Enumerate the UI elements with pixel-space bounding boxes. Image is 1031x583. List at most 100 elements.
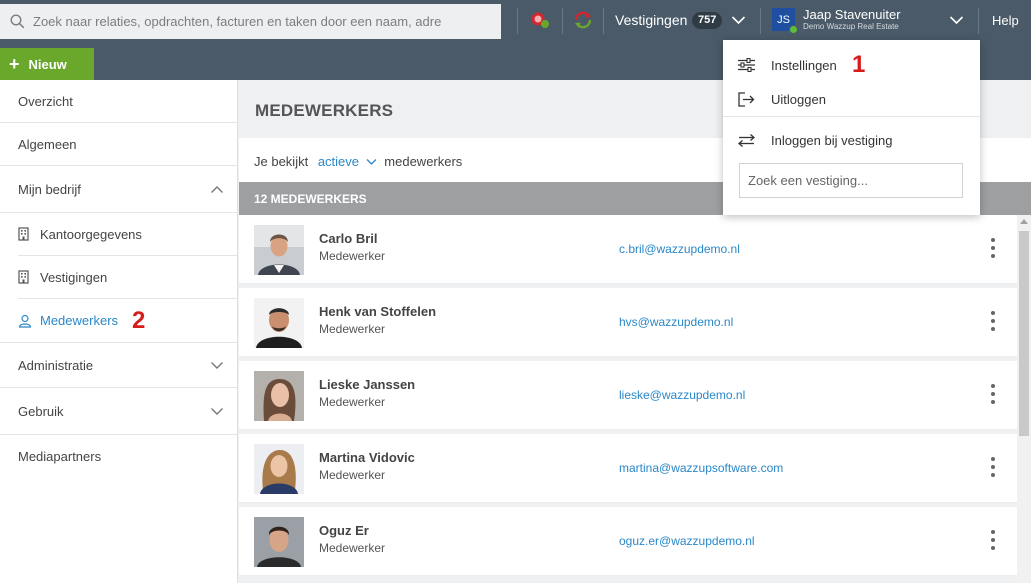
employee-name[interactable]: Carlo Bril xyxy=(319,231,378,246)
employee-email-link[interactable]: lieske@wazzupdemo.nl xyxy=(619,388,745,402)
employee-name[interactable]: Lieske Janssen xyxy=(319,377,415,392)
status-filter: Je bekijkt actieve medewerkers xyxy=(254,154,462,169)
sidebar-item-label: Algemeen xyxy=(18,136,77,152)
swap-icon xyxy=(738,133,756,147)
employee-role: Medewerker xyxy=(319,468,386,482)
menu-item-uitloggen[interactable]: Uitloggen xyxy=(723,82,980,116)
divider xyxy=(517,8,518,34)
menu-item-inloggen-bij-vestiging[interactable]: Inloggen bij vestiging xyxy=(723,123,980,157)
page-title: MEDEWERKERS xyxy=(255,101,394,120)
sync-icon[interactable] xyxy=(572,9,594,31)
employee-photo xyxy=(254,517,304,567)
sidebar-subitem-label: Kantoorgegevens xyxy=(40,226,142,242)
employee-photo xyxy=(254,444,304,494)
scrollbar[interactable] xyxy=(1017,215,1031,583)
menu-item-label: Inloggen bij vestiging xyxy=(771,132,893,148)
annotation-marker-1: 1 xyxy=(852,51,866,78)
sidebar-subitem-label: Vestigingen xyxy=(40,269,108,285)
online-status-dot xyxy=(789,25,798,34)
more-options-icon[interactable] xyxy=(989,384,997,404)
divider xyxy=(978,8,979,34)
menu-divider xyxy=(723,116,980,117)
employee-email-link[interactable]: hvs@wazzupdemo.nl xyxy=(619,315,733,329)
user-company: Demo Wazzup Real Estate xyxy=(803,22,899,31)
sidebar-item-label: Gebruik xyxy=(18,403,64,419)
chevron-down-icon xyxy=(211,361,223,369)
building-icon xyxy=(18,227,32,241)
table-row[interactable]: Oguz Er Medewerker oguz.er@wazzupdemo.nl xyxy=(239,507,1017,576)
chevron-down-icon[interactable] xyxy=(949,15,964,25)
filter-value: actieve xyxy=(317,154,360,169)
employee-photo xyxy=(254,225,304,275)
vestiging-search-input[interactable] xyxy=(739,163,963,198)
chevron-down-icon[interactable] xyxy=(731,15,746,25)
table-row[interactable]: Lieske Janssen Medewerker lieske@wazzupd… xyxy=(239,361,1017,430)
plus-icon: + xyxy=(9,54,20,74)
table-row[interactable]: Carlo Bril Medewerker c.bril@wazzupdemo.… xyxy=(239,215,1017,284)
employee-name[interactable]: Oguz Er xyxy=(319,523,369,538)
new-button-label: Nieuw xyxy=(28,56,67,72)
filter-suffix: medewerkers xyxy=(384,154,463,169)
user-icon xyxy=(18,314,32,328)
more-options-icon[interactable] xyxy=(989,457,997,477)
sidebar-item-administratie[interactable]: Administratie xyxy=(0,342,238,388)
chevron-down-icon xyxy=(366,159,377,165)
chevron-up-icon xyxy=(211,185,223,193)
sidebar: Overzicht Algemeen Mijn bedrijf Kantoorg… xyxy=(0,80,238,583)
sidebar-item-label: Administratie xyxy=(18,357,94,373)
menu-item-label: Instellingen xyxy=(771,57,837,73)
divider xyxy=(760,8,761,34)
global-search[interactable] xyxy=(0,4,501,39)
employee-name[interactable]: Martina Vidovic xyxy=(319,450,415,465)
sidebar-item-label: Overzicht xyxy=(18,93,73,109)
menu-item-label: Uitloggen xyxy=(771,91,826,107)
new-button[interactable]: + Nieuw xyxy=(0,48,94,80)
employee-role: Medewerker xyxy=(319,395,386,409)
sidebar-item-label: Mijn bedrijf xyxy=(18,181,81,197)
sidebar-subitem-vestigingen[interactable]: Vestigingen xyxy=(18,256,238,299)
sidebar-subitem-kantoorgegevens[interactable]: Kantoorgegevens xyxy=(18,213,238,256)
sidebar-item-mediapartners[interactable]: Mediapartners xyxy=(0,435,238,477)
vestigingen-selector[interactable]: Vestigingen xyxy=(615,12,687,28)
sidebar-item-overzicht[interactable]: Overzicht xyxy=(0,80,238,123)
status-filter-dropdown[interactable]: actieve xyxy=(318,154,380,169)
more-options-icon[interactable] xyxy=(989,311,997,331)
global-search-input[interactable] xyxy=(33,14,493,29)
more-options-icon[interactable] xyxy=(989,238,997,258)
chevron-down-icon xyxy=(211,407,223,415)
employee-role: Medewerker xyxy=(319,541,386,555)
sidebar-item-label: Mediapartners xyxy=(18,448,102,464)
user-name: Jaap Stavenuiter xyxy=(803,7,901,22)
employee-email-link[interactable]: oguz.er@wazzupdemo.nl xyxy=(619,534,755,548)
table-row[interactable]: Henk van Stoffelen Medewerker hvs@wazzup… xyxy=(239,288,1017,357)
employee-name[interactable]: Henk van Stoffelen xyxy=(319,304,436,319)
divider xyxy=(603,8,604,34)
search-icon xyxy=(10,14,25,29)
avatar: JS xyxy=(772,8,798,34)
divider xyxy=(562,8,563,34)
sidebar-item-mijn-bedrijf[interactable]: Mijn bedrijf xyxy=(0,166,238,213)
building-icon xyxy=(18,270,32,284)
employee-email-link[interactable]: c.bril@wazzupdemo.nl xyxy=(619,242,740,256)
more-options-icon[interactable] xyxy=(989,530,997,550)
sidebar-subitem-label: Medewerkers xyxy=(40,313,119,328)
help-link[interactable]: Help xyxy=(992,13,1019,28)
employee-count: 12 MEDEWERKERS xyxy=(254,192,367,206)
employee-role: Medewerker xyxy=(319,249,386,263)
notifications-icon[interactable] xyxy=(529,9,551,31)
employee-photo xyxy=(254,371,304,421)
logout-icon xyxy=(738,91,756,107)
avatar-initials: JS xyxy=(777,13,790,26)
scrollbar-thumb[interactable] xyxy=(1019,231,1029,436)
user-menu[interactable]: JS Jaap Stavenuiter Demo Wazzup Real Est… xyxy=(772,8,901,34)
scroll-up-arrow[interactable] xyxy=(1020,219,1028,224)
filter-prefix: Je bekijkt xyxy=(254,154,309,169)
employee-role: Medewerker xyxy=(319,322,386,336)
sidebar-item-algemeen[interactable]: Algemeen xyxy=(0,123,238,166)
sidebar-item-gebruik[interactable]: Gebruik xyxy=(0,388,238,435)
sliders-icon xyxy=(738,58,756,72)
employee-email-link[interactable]: martina@wazzupsoftware.com xyxy=(619,461,783,475)
employee-photo xyxy=(254,298,304,348)
sidebar-subitem-medewerkers[interactable]: Medewerkers xyxy=(18,299,238,342)
table-row[interactable]: Martina Vidovic Medewerker martina@wazzu… xyxy=(239,434,1017,503)
